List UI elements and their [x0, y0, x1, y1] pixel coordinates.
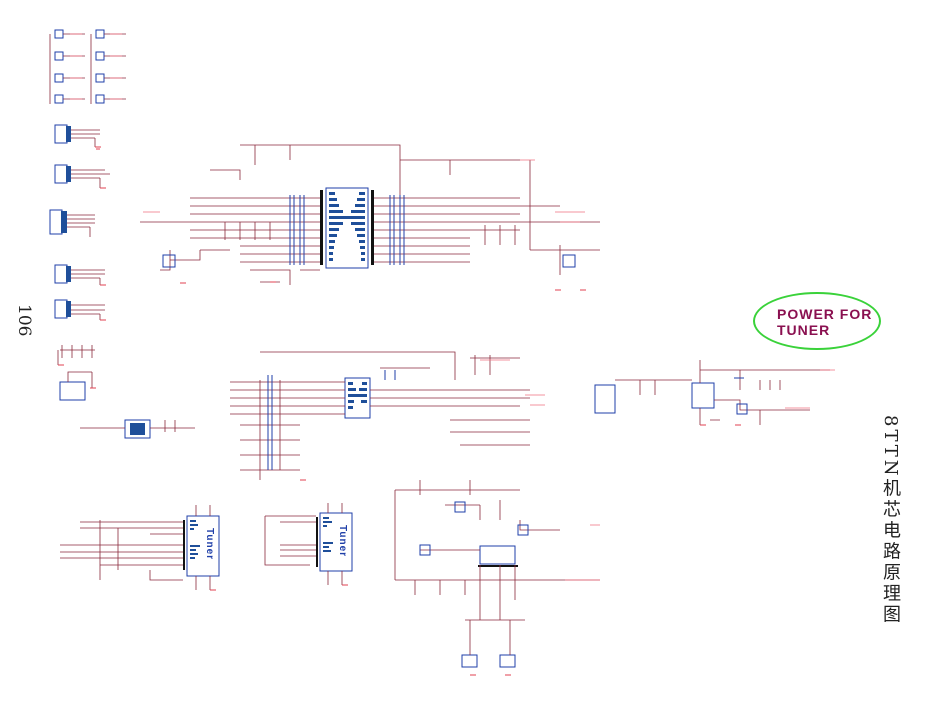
- ic-u-middle: [230, 351, 530, 480]
- circuit-schematic: [49, 29, 835, 676]
- page-number: 106: [14, 304, 34, 337]
- power-supply-block: [615, 360, 830, 425]
- annotation-line-1: POWER FOR: [777, 306, 873, 322]
- power-for-tuner-annotation: POWER FOR TUNER: [753, 292, 881, 350]
- document-title: 8TTN机芯电路原理图: [880, 415, 901, 626]
- key-switch-block: [49, 29, 126, 104]
- tuner-1-block: [60, 505, 220, 590]
- tuner-1-label: Tuner: [204, 528, 215, 561]
- annotation-line-2: TUNER: [777, 322, 831, 338]
- annotation-text: POWER FOR TUNER: [777, 306, 872, 338]
- tuner-2-label: Tuner: [337, 525, 348, 558]
- ic-u-top: [140, 144, 600, 285]
- tuner-power-circuit: [394, 480, 600, 668]
- net-labels: [70, 33, 835, 581]
- schematic-page: 106 8TTN机芯电路原理图 POWER FOR TUNER Tuner Tun…: [0, 0, 950, 707]
